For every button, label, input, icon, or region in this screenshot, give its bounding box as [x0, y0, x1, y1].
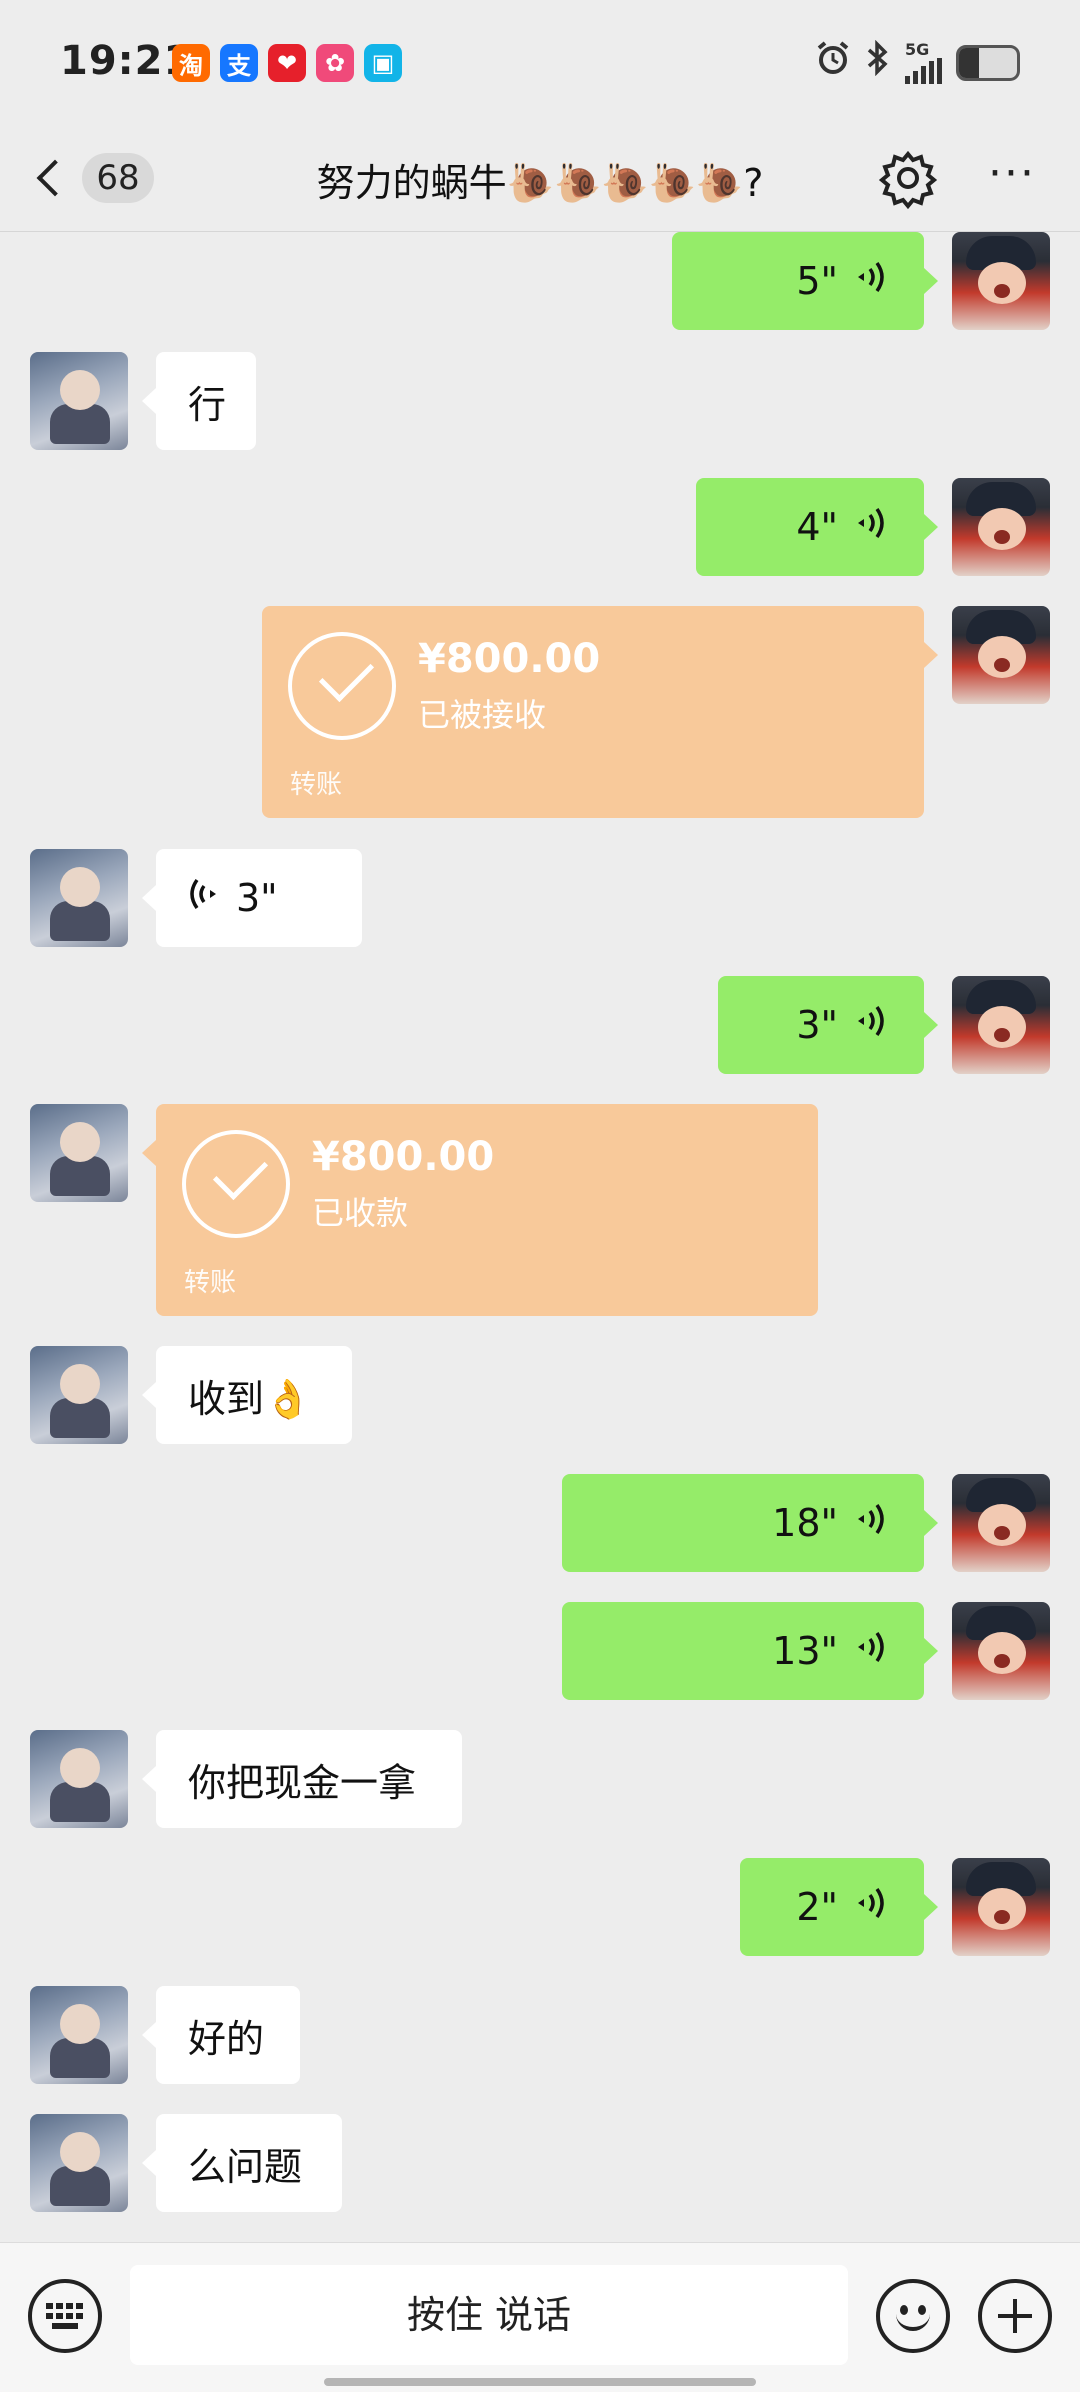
contact-avatar[interactable]: [30, 1986, 128, 2084]
contact-avatar[interactable]: [30, 1104, 128, 1202]
gear-icon[interactable]: [876, 146, 940, 210]
voice-wave-icon: [838, 1627, 892, 1676]
contact-avatar[interactable]: [30, 2114, 128, 2212]
voice-message[interactable]: 13": [562, 1602, 938, 1700]
alipay-icon: 支: [220, 44, 258, 82]
voice-wave-icon: [838, 1001, 892, 1050]
voice-message[interactable]: 3": [142, 849, 362, 947]
voice-message[interactable]: 4": [696, 478, 938, 576]
voice-wave-icon: [188, 874, 236, 923]
transfer-label: 转账: [184, 1268, 237, 1298]
my-avatar[interactable]: [952, 232, 1050, 330]
network-type: 5G: [905, 39, 930, 59]
transfer-card[interactable]: ¥800.00 已收款转账: [142, 1104, 818, 1316]
plus-button[interactable]: [978, 2279, 1052, 2353]
voice-wave-icon: [838, 1499, 892, 1548]
keyboard-toggle-button[interactable]: [28, 2279, 102, 2353]
contact-avatar[interactable]: [30, 1730, 128, 1828]
my-avatar[interactable]: [952, 478, 1050, 576]
message-text: 么问题: [188, 2144, 303, 2189]
transfer-amount: ¥800.00: [418, 636, 601, 682]
check-icon: [288, 632, 396, 740]
status-bar: 19:21 淘支 ❤ ✿ ▣ 5G: [0, 0, 1080, 128]
keyboard-icon: [46, 2303, 84, 2329]
voice-wave-icon: [838, 1883, 892, 1932]
app-red-icon: ❤: [268, 44, 306, 82]
status-indicators: 5G: [815, 39, 1020, 85]
unread-count-badge: 68: [82, 153, 154, 203]
chat-header: 68 努力的蜗牛🐌🐌🐌🐌🐌? ···: [0, 128, 1080, 232]
chevron-left-icon: [36, 159, 74, 197]
taobao-icon: 淘: [172, 44, 210, 82]
text-message[interactable]: 么问题: [142, 2114, 342, 2212]
hold-to-talk-button[interactable]: 按住 说话: [130, 2265, 848, 2365]
notification-app-icons: 淘支 ❤ ✿ ▣: [172, 44, 402, 82]
voice-duration: 2": [796, 1885, 838, 1929]
voice-duration: 13": [772, 1629, 838, 1673]
voice-duration: 18": [772, 1501, 838, 1545]
chat-title: 努力的蜗牛🐌🐌🐌🐌🐌?: [316, 161, 764, 205]
my-avatar[interactable]: [952, 976, 1050, 1074]
text-message[interactable]: 你把现金一拿: [142, 1730, 462, 1828]
app-blue-icon: ▣: [364, 44, 402, 82]
transfer-card[interactable]: ¥800.00 已被接收转账: [262, 606, 938, 818]
my-avatar[interactable]: [952, 1474, 1050, 1572]
back-button[interactable]: 68: [30, 146, 160, 210]
message-text: 你把现金一拿: [188, 1760, 417, 1805]
contact-avatar[interactable]: [30, 1346, 128, 1444]
more-options-button[interactable]: ···: [980, 146, 1044, 210]
signal-bars-icon: [905, 57, 942, 84]
voice-message[interactable]: 2": [740, 1858, 938, 1956]
contact-avatar[interactable]: [30, 352, 128, 450]
text-message[interactable]: 好的: [142, 1986, 300, 2084]
transfer-status: 已被接收: [418, 696, 547, 734]
check-icon: [182, 1130, 290, 1238]
voice-message[interactable]: 5": [672, 232, 938, 330]
voice-duration: 3": [236, 876, 278, 920]
app-game-icon: ✿: [316, 44, 354, 82]
text-message[interactable]: 行: [142, 352, 256, 450]
voice-message[interactable]: 3": [718, 976, 938, 1074]
voice-duration: 5": [796, 259, 838, 303]
message-text: 行: [188, 382, 227, 427]
home-indicator[interactable]: [324, 2378, 756, 2386]
voice-wave-icon: [838, 257, 892, 306]
my-avatar[interactable]: [952, 1858, 1050, 1956]
battery-icon: [956, 44, 1020, 81]
alarm-icon: [815, 40, 851, 85]
voice-message[interactable]: 18": [562, 1474, 938, 1572]
smile-icon: [896, 2313, 930, 2331]
voice-duration: 4": [796, 505, 838, 549]
transfer-status: 已收款: [312, 1194, 409, 1232]
voice-wave-icon: [838, 503, 892, 552]
transfer-amount: ¥800.00: [312, 1134, 495, 1180]
message-list[interactable]: 5" 行 4" ¥800.00 已被接收 转账 3" 3" ¥800.00 已收款 转账 收到👌 18"…: [0, 232, 1080, 2242]
input-bar: 按住 说话: [0, 2242, 1080, 2392]
voice-duration: 3": [796, 1003, 838, 1047]
message-text: 好的: [188, 2016, 265, 2061]
transfer-label: 转账: [290, 770, 343, 800]
contact-avatar[interactable]: [30, 849, 128, 947]
bluetooth-icon: [865, 39, 891, 85]
cellular-signal: 5G: [905, 39, 942, 84]
emoji-button[interactable]: [876, 2279, 950, 2353]
my-avatar[interactable]: [952, 1602, 1050, 1700]
message-text: 收到👌: [188, 1376, 312, 1421]
text-message[interactable]: 收到👌: [142, 1346, 352, 1444]
my-avatar[interactable]: [952, 606, 1050, 704]
